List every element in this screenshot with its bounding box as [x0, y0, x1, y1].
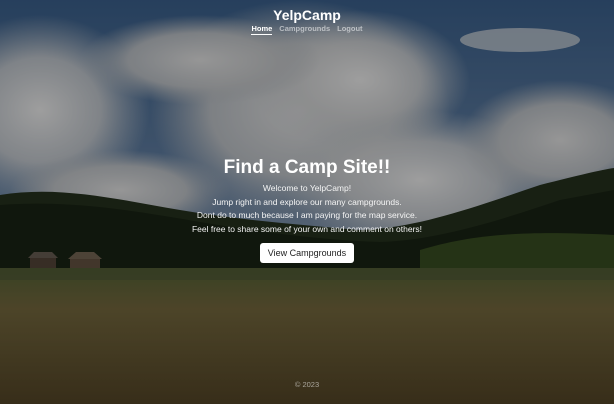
hero-line-share: Feel free to share some of your own and …	[191, 223, 423, 234]
footer: © 2023	[0, 380, 614, 389]
hero-line-welcome: Welcome to YelpCamp!	[262, 183, 352, 193]
copyright-text: © 2023	[294, 380, 320, 389]
hero-line-explore: Jump right in and explore our many campg…	[212, 196, 402, 207]
nav-link-campgrounds[interactable]: Campgrounds	[279, 24, 330, 35]
brand-title: YelpCamp	[273, 7, 341, 23]
hero-section: Find a Camp Site!! Welcome to YelpCamp! …	[0, 157, 614, 263]
nav-link-logout[interactable]: Logout	[337, 24, 362, 35]
hero-title: Find a Camp Site!!	[223, 157, 391, 178]
main-nav: Home Campgrounds Logout	[0, 24, 614, 35]
view-campgrounds-button[interactable]: View Campgrounds	[259, 243, 355, 263]
hero-line-map-service: Dont do to much because I am paying for …	[196, 210, 418, 220]
hero-description: Welcome to YelpCamp! Jump right in and e…	[0, 182, 614, 236]
nav-link-home[interactable]: Home	[251, 24, 273, 35]
page: YelpCamp Home Campgrounds Logout Find a …	[0, 0, 614, 404]
